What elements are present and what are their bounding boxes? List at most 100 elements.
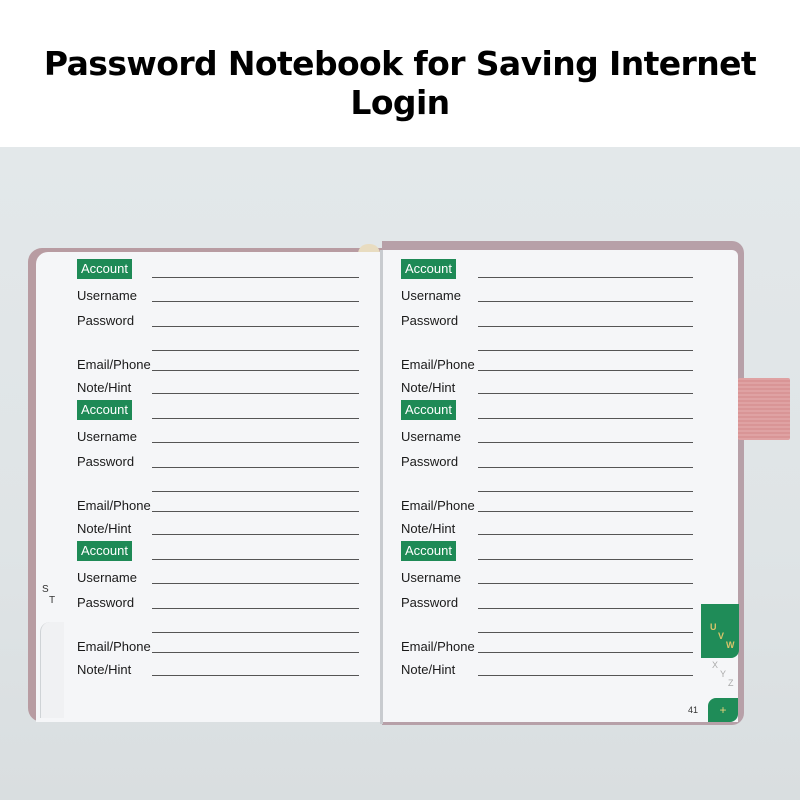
left-write-line[interactable]: [152, 583, 359, 584]
left-write-line[interactable]: [152, 608, 359, 609]
notebook-spine: [380, 250, 383, 724]
left-entry-row: Username: [77, 424, 137, 444]
left-email-label: Email/Phone: [77, 639, 151, 654]
right-write-line[interactable]: [478, 393, 693, 394]
right-write-line[interactable]: [478, 418, 693, 419]
right-write-line[interactable]: [478, 632, 693, 633]
right-write-line[interactable]: [478, 511, 693, 512]
left-write-line[interactable]: [152, 442, 359, 443]
right-entry-row: Password: [401, 449, 458, 469]
alpha-tab-xyz[interactable]: X Y Z: [708, 658, 738, 698]
page-number: 41: [688, 705, 699, 715]
left-entry-row: Email/Phone: [77, 352, 151, 372]
right-write-line[interactable]: [478, 370, 693, 371]
left-write-line[interactable]: [152, 491, 359, 492]
left-page-tab-edge: [40, 622, 64, 718]
left-entry-row: Password: [77, 449, 134, 469]
left-password-label: Password: [77, 595, 135, 610]
left-write-line[interactable]: [152, 418, 359, 419]
right-account-label: Account: [401, 541, 456, 561]
elastic-band: [738, 378, 790, 440]
right-entry-row: Email/Phone: [401, 634, 475, 654]
right-entry-row: Email/Phone: [401, 493, 475, 513]
right-email-label: Email/Phone: [401, 639, 475, 654]
alpha-letter: W: [726, 640, 735, 650]
left-write-line[interactable]: [152, 277, 359, 278]
alpha-letter: T: [49, 595, 56, 606]
right-entry-row: Username: [401, 565, 461, 585]
left-email-label: Email/Phone: [77, 357, 151, 372]
alpha-tab-plus[interactable]: +: [708, 698, 738, 722]
right-entry-row: Note/Hint: [401, 516, 455, 536]
alpha-letter: U: [710, 622, 717, 632]
left-write-line[interactable]: [152, 370, 359, 371]
left-entry-row: Account: [77, 259, 132, 279]
right-account-label: Account: [401, 259, 456, 279]
right-account-label: Account: [401, 400, 456, 420]
right-username-label: Username: [401, 429, 461, 444]
right-write-line[interactable]: [478, 442, 693, 443]
left-entry-row: Email/Phone: [77, 493, 151, 513]
right-entry-row: Password: [401, 590, 458, 610]
right-entry-row: Note/Hint: [401, 657, 455, 677]
right-write-line[interactable]: [478, 652, 693, 653]
right-write-line[interactable]: [478, 675, 693, 676]
left-write-line[interactable]: [152, 652, 359, 653]
right-note-label: Note/Hint: [401, 380, 456, 395]
left-write-line[interactable]: [152, 675, 359, 676]
alpha-tab-st: S T: [42, 584, 55, 606]
left-write-line[interactable]: [152, 559, 359, 560]
left-note-label: Note/Hint: [77, 662, 132, 677]
right-entry-row: Email/Phone: [401, 352, 475, 372]
left-entry-row: Note/Hint: [77, 375, 131, 395]
right-entry-row: Account: [401, 259, 456, 279]
right-note-label: Note/Hint: [401, 662, 456, 677]
right-password-label: Password: [401, 454, 459, 469]
right-password-label: Password: [401, 595, 459, 610]
right-username-label: Username: [401, 570, 461, 585]
alpha-letter: X: [712, 660, 719, 670]
left-username-label: Username: [77, 288, 137, 303]
left-password-label: Password: [77, 454, 135, 469]
left-username-label: Username: [77, 429, 137, 444]
left-write-line[interactable]: [152, 326, 359, 327]
left-username-label: Username: [77, 570, 137, 585]
left-entry-row: Password: [77, 308, 134, 328]
right-write-line[interactable]: [478, 491, 693, 492]
left-write-line[interactable]: [152, 393, 359, 394]
right-write-line[interactable]: [478, 277, 693, 278]
left-write-line[interactable]: [152, 511, 359, 512]
left-account-label: Account: [77, 541, 132, 561]
left-write-line[interactable]: [152, 467, 359, 468]
left-entry-row: Username: [77, 283, 137, 303]
right-entry-row: Note/Hint: [401, 375, 455, 395]
alpha-letter: Z: [728, 678, 734, 688]
left-password-label: Password: [77, 313, 135, 328]
right-email-label: Email/Phone: [401, 357, 475, 372]
alpha-letter: V: [718, 631, 725, 641]
right-username-label: Username: [401, 288, 461, 303]
left-entry-row: Account: [77, 541, 132, 561]
right-write-line[interactable]: [478, 559, 693, 560]
right-write-line[interactable]: [478, 467, 693, 468]
right-write-line[interactable]: [478, 326, 693, 327]
right-write-line[interactable]: [478, 583, 693, 584]
left-entry-row: Note/Hint: [77, 516, 131, 536]
left-write-line[interactable]: [152, 632, 359, 633]
alpha-tab-uvw[interactable]: U V W: [701, 604, 739, 658]
right-entry-row: Account: [401, 541, 456, 561]
left-write-line[interactable]: [152, 301, 359, 302]
left-note-label: Note/Hint: [77, 521, 132, 536]
right-write-line[interactable]: [478, 534, 693, 535]
right-entry-row: Username: [401, 424, 461, 444]
left-email-label: Email/Phone: [77, 498, 151, 513]
right-write-line[interactable]: [478, 350, 693, 351]
left-entry-row: Password: [77, 590, 134, 610]
right-write-line[interactable]: [478, 301, 693, 302]
left-write-line[interactable]: [152, 534, 359, 535]
right-entry-row: Password: [401, 308, 458, 328]
left-entry-row: Email/Phone: [77, 634, 151, 654]
alpha-letter: S: [42, 584, 49, 595]
right-write-line[interactable]: [478, 608, 693, 609]
left-write-line[interactable]: [152, 350, 359, 351]
